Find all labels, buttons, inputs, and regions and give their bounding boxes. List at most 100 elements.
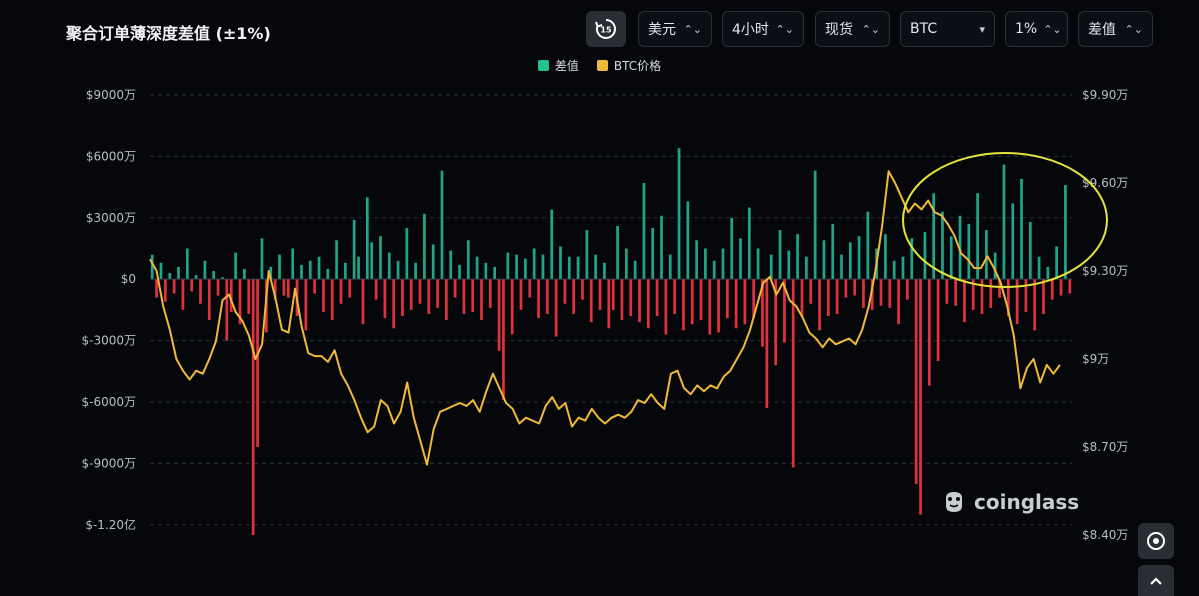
bar-positive [651,228,655,280]
bar-negative [765,279,769,409]
bar-positive [1020,178,1023,280]
bar-negative [1050,279,1054,300]
bar-negative [638,279,641,323]
bar-positive [567,256,571,280]
bar-negative [392,279,396,329]
bar-negative [554,279,558,337]
bar-negative [897,279,900,325]
y-left-tick-label: $-6000万 [81,395,136,409]
bar-positive [405,228,409,280]
bar-positive [203,260,207,280]
bar-negative [1059,279,1063,296]
scroll-top-button[interactable] [1138,565,1174,596]
bar-negative [444,279,448,321]
bar-positive [423,213,426,280]
bar-negative [256,279,259,447]
bar-positive [594,254,597,280]
chevron-up-icon [1150,576,1162,585]
bar-negative [629,279,633,317]
bar-negative [690,279,694,325]
bar-positive [901,256,905,280]
bar-positive [278,254,281,280]
bar-negative [537,279,540,319]
bar-positive [857,236,861,280]
bar-negative [853,279,857,296]
bar-positive [892,260,896,280]
bar-positive [923,232,927,280]
bar-positive [379,236,382,280]
bar-positive [352,219,356,280]
bar-positive [559,246,562,280]
bar-positive [730,217,734,280]
bar-negative [581,279,584,300]
bar-positive [616,225,619,280]
bar-positive [308,260,312,280]
bar-positive [541,254,545,280]
bar-negative [809,279,813,304]
bar-negative [682,279,685,331]
brand-name: coinglass [974,490,1080,514]
bar-negative [664,279,668,335]
bar-positive [449,250,453,280]
bar-positive [805,256,808,280]
bar-negative [418,279,422,304]
brand-watermark: coinglass [940,488,1079,516]
bar-negative [572,279,576,314]
bar-positive [212,271,216,280]
bar-positive [747,207,751,280]
bar-positive [493,266,497,280]
bar-positive [466,240,470,280]
y-right-tick-label: $9.90万 [1082,88,1128,102]
bar-positive [300,264,303,280]
screenshot-button[interactable] [1138,523,1174,559]
bar-positive [475,256,479,280]
bar-negative [989,279,993,308]
bar-positive [243,268,246,280]
bar-negative [611,279,615,310]
y-right-tick-label: $9.30万 [1082,264,1128,278]
bar-negative [563,279,567,304]
bar-negative [502,279,505,400]
bar-negative [734,279,738,329]
bar-negative [225,279,229,341]
bar-negative [401,279,404,317]
bar-negative [1033,279,1037,331]
bar-positive [185,248,189,280]
bar-positive [633,260,637,280]
bar-negative [919,279,922,515]
bar-negative [374,279,378,300]
bar-positive [344,262,347,280]
bar-negative [339,279,343,304]
bar-negative [945,279,949,304]
bar-negative [330,279,334,321]
bar-positive [822,240,826,280]
bar-negative [1068,279,1072,294]
bar-negative [743,279,747,325]
bar-negative [488,279,492,308]
y-left-tick-label: $9000万 [86,88,136,102]
bar-negative [914,279,918,484]
bar-negative [247,279,251,314]
bar-negative [313,279,317,294]
bar-positive [1055,246,1058,280]
bar-positive [484,262,488,280]
bar-positive [357,256,360,280]
bar-negative [954,279,958,306]
bar-negative [717,279,720,333]
bar-positive [1064,185,1067,280]
bar-negative [844,279,848,298]
bar-negative [471,279,475,312]
bar-negative [304,279,308,331]
bar-positive [1002,164,1006,280]
bar-negative [251,279,255,535]
bar-positive [524,258,527,280]
y-right-tick-label: $9万 [1082,352,1109,366]
bar-positive [370,242,374,280]
bar-negative [480,279,483,321]
bar-positive [414,262,417,280]
bar-positive [721,248,725,280]
bar-positive [168,273,172,280]
bar-negative [655,279,659,317]
bar-negative [322,279,325,312]
bar-negative [598,279,602,310]
